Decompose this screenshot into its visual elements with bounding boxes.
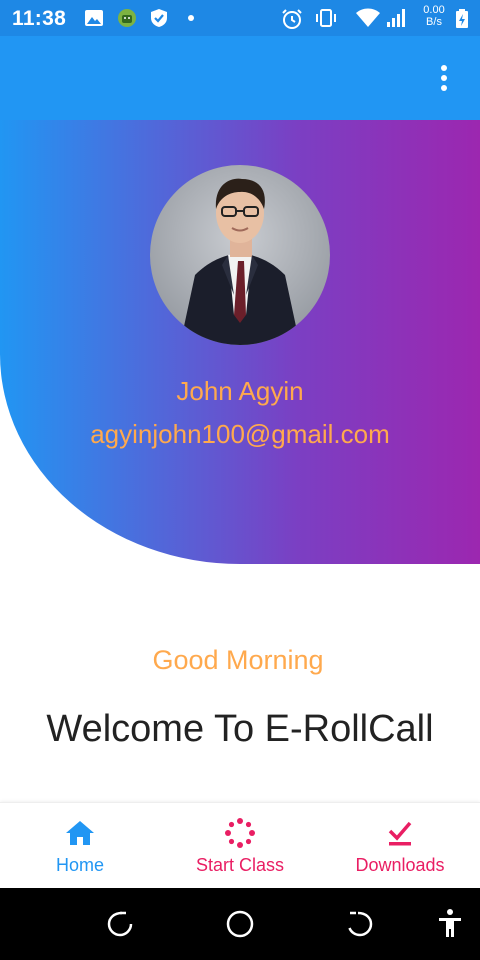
nav-start-class-label: Start Class: [195, 855, 285, 875]
wifi-icon: [356, 8, 380, 27]
download-done-icon: [388, 821, 412, 846]
app-bar: [0, 36, 480, 120]
status-bar: 11:38 0.00 B/s: [0, 0, 480, 36]
android-icon: [118, 9, 136, 27]
vibrate-icon: [316, 9, 336, 27]
home-icon: [66, 821, 94, 845]
user-name: John Agyin: [176, 376, 304, 406]
more-options-button[interactable]: [424, 58, 464, 98]
bottom-navigation: Home Start Class Downloads: [0, 802, 480, 888]
image-icon: [85, 10, 103, 26]
dot-icon: [188, 15, 194, 21]
profile-header: John Agyin agyinjohn100@gmail.com: [0, 120, 480, 564]
shield-check-icon: [151, 9, 167, 27]
back-icon: [107, 911, 133, 937]
network-speed-value: 0.00: [423, 4, 445, 16]
avatar: [150, 165, 330, 345]
home-button[interactable]: [220, 904, 260, 944]
nav-downloads-label: Downloads: [355, 855, 445, 875]
nav-downloads[interactable]: Downloads: [320, 803, 480, 889]
alarm-icon: [282, 9, 302, 29]
accessibility-icon: [439, 909, 461, 937]
recents-button[interactable]: [340, 904, 380, 944]
nav-home[interactable]: Home: [0, 803, 160, 889]
user-email: agyinjohn100@gmail.com: [90, 419, 390, 449]
accessibility-button[interactable]: [430, 904, 470, 944]
loading-spinner-icon: [225, 818, 255, 848]
signal-icon: [387, 9, 405, 27]
battery-icon: [456, 9, 468, 28]
home-circle-icon: [226, 910, 254, 938]
system-navigation-bar: [0, 888, 480, 960]
more-vert-icon: [441, 65, 447, 91]
nav-home-label: Home: [55, 855, 104, 875]
nav-start-class[interactable]: Start Class: [160, 803, 320, 889]
network-speed: 0.00 B/s: [418, 4, 450, 28]
recents-icon: [348, 911, 373, 937]
greeting-text: Good Morning: [152, 645, 324, 675]
back-button[interactable]: [100, 904, 140, 944]
status-time: 11:38: [12, 7, 67, 30]
welcome-text: Welcome To E-RollCall: [46, 708, 434, 750]
network-speed-unit: B/s: [426, 16, 442, 28]
